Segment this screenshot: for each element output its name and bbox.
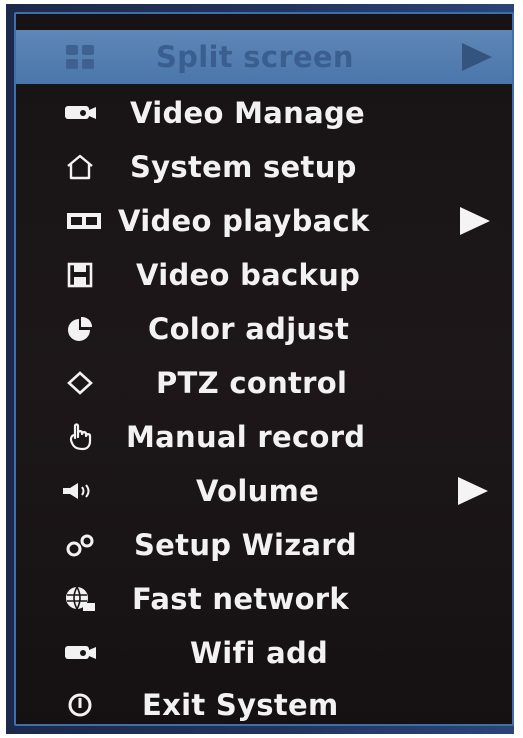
submenu-arrow-icon [462, 43, 492, 71]
pie-chart-icon [60, 315, 100, 343]
menu-item-video-backup[interactable]: Video backup [16, 249, 512, 301]
camera-icon [60, 639, 100, 667]
menu-item-wifi-add[interactable]: Wifi add [16, 627, 512, 679]
speaker-icon [60, 477, 100, 505]
menu-item-label: Fast network [132, 582, 349, 616]
menu-item-volume[interactable]: Volume [16, 465, 512, 517]
menu-item-fast-network[interactable]: Fast network [16, 573, 512, 625]
menu-item-video-manage[interactable]: Video Manage [16, 87, 512, 139]
menu-item-label: Split screen [156, 40, 354, 74]
menu-item-label: Color adjust [148, 312, 350, 346]
menu-item-label: Video backup [136, 258, 361, 292]
grid-icon [60, 43, 100, 71]
menu-item-system-setup[interactable]: System setup [16, 141, 512, 193]
menu-item-ptz-control[interactable]: PTZ control [16, 357, 512, 409]
camera-icon [60, 99, 100, 127]
submenu-arrow-icon [458, 477, 488, 505]
hand-pointer-icon [60, 423, 100, 451]
menu-item-label: System setup [130, 150, 357, 184]
power-icon [60, 691, 100, 719]
diamond-icon [60, 369, 100, 397]
menu-item-label: Volume [196, 474, 320, 508]
menu-item-color-adjust[interactable]: Color adjust [16, 303, 512, 355]
menu-item-label: PTZ control [156, 366, 348, 400]
menu-item-video-playback[interactable]: Video playback [16, 195, 512, 247]
wizard-icon [60, 531, 100, 559]
menu-item-label: Video playback [118, 204, 370, 238]
menu-item-setup-wizard[interactable]: Setup Wizard [16, 519, 512, 571]
submenu-arrow-icon [460, 207, 490, 235]
menu-item-label: Manual record [126, 420, 366, 454]
house-icon [60, 153, 100, 181]
menu-item-label: Video Manage [130, 96, 365, 130]
globe-network-icon [60, 585, 100, 613]
film-icon [64, 207, 104, 235]
dvr-screen: Split screen Video Manage System setup V… [6, 4, 520, 734]
menu-item-manual-record[interactable]: Manual record [16, 411, 512, 463]
menu-item-split-screen[interactable]: Split screen [16, 30, 512, 84]
menu-item-label: Exit System [142, 688, 339, 722]
menu-item-exit-system[interactable]: Exit System [16, 679, 512, 731]
menu-item-label: Wifi add [190, 636, 329, 670]
screen-bezel [514, 4, 523, 734]
menu-item-label: Setup Wizard [134, 528, 357, 562]
floppy-disk-icon [60, 261, 100, 289]
main-menu: Split screen Video Manage System setup V… [14, 12, 514, 726]
